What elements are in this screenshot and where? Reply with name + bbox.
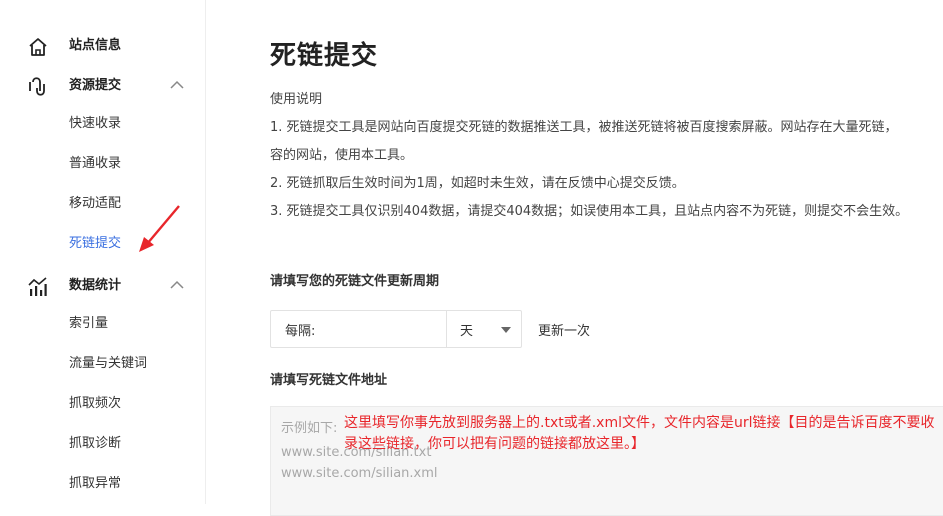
sidebar-item-traffic-keywords[interactable]: 流量与关键词 [69,355,147,373]
chevron-up-icon[interactable] [168,78,186,92]
divider [446,311,447,347]
usage-line: 2. 死链抓取后生效时间为1周，如超时未生效，请在反馈中心提交反馈。 [270,176,685,191]
annotation-arrow-icon [139,205,180,252]
sidebar-group-site-info[interactable]: 站点信息 [0,31,205,61]
sidebar-group-resource-submit[interactable]: 资源提交 [0,71,205,101]
period-suffix: 更新一次 [538,324,591,339]
period-input-group: 每隔: 天 [270,310,522,348]
dead-link-url-textarea[interactable]: 示例如下: www.site.com/silian.txt www.site.c… [270,406,943,516]
usage-line: 1. 死链提交工具是网站向百度提交死链的数据推送工具，被推送死链将被百度搜索屏蔽… [270,120,898,135]
sidebar-item-crawl-diagnosis[interactable]: 抓取诊断 [69,435,121,453]
home-icon [29,38,47,56]
upload-icon [29,77,45,96]
period-unit-select[interactable]: 天 [460,320,473,339]
placeholder-line: www.site.com/silian.xml [281,466,438,481]
chevron-up-icon[interactable] [168,278,186,292]
sidebar-item-crawl-errors[interactable]: 抓取异常 [69,475,121,493]
sidebar-group-label: 站点信息 [69,38,122,53]
caret-down-icon[interactable] [501,327,511,333]
annotation-text: 这里填写你事先放到服务器上的.txt或者.xml文件，文件内容是url链接【目的… [344,415,935,452]
main-content: 死链提交 使用说明 1. 死链提交工具是网站向百度提交死链的数据推送工具，被推送… [270,0,943,516]
period-prefix: 每隔: [285,324,316,339]
sidebar-item-quick-index[interactable]: 快速收录 [69,115,121,133]
sidebar-item-index-volume[interactable]: 索引量 [69,315,108,333]
page-title: 死链提交 [270,41,379,71]
usage-line: 3. 死链提交工具仅识别404数据，请提交404数据；如误使用本工具，且站点内容… [270,204,909,219]
sidebar-group-label: 资源提交 [69,78,122,93]
sidebar-group-label: 数据统计 [69,278,122,293]
sidebar-item-crawl-frequency[interactable]: 抓取频次 [69,395,121,413]
sidebar-item-normal-index[interactable]: 普通收录 [69,155,121,173]
period-section-label: 请填写您的死链文件更新周期 [270,274,440,289]
placeholder-line: 示例如下: [281,421,338,436]
usage-heading: 使用说明 [270,92,323,107]
sidebar-item-mobile-adapt[interactable]: 移动适配 [69,195,121,213]
sidebar-group-data-stats[interactable]: 数据统计 [0,271,205,301]
stats-icon [28,277,47,296]
url-section-label: 请填写死链文件地址 [270,373,388,388]
sidebar-item-dead-link-submit[interactable]: 死链提交 [69,235,121,253]
usage-line: 容的网站，使用本工具。 [270,148,414,163]
